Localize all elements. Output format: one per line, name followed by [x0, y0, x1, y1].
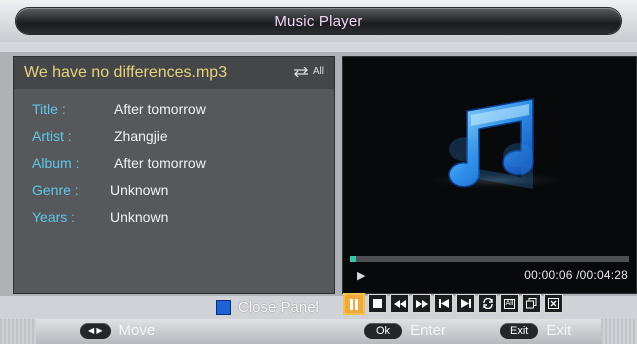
- move-hint: ◀ ▶ Move: [80, 322, 155, 339]
- repeat-mode-label: All: [312, 66, 324, 77]
- music-note-icon: [417, 98, 575, 190]
- footer-grip-left: [0, 319, 36, 344]
- track-info-panel: We have no differences.mp3 All Title : A…: [13, 56, 335, 294]
- file-name: We have no differences.mp3: [24, 64, 228, 81]
- meta-value: Unknown: [110, 209, 169, 225]
- stop-icon: [373, 299, 382, 308]
- fast-forward-icon: [415, 299, 428, 308]
- stop-button[interactable]: [368, 294, 387, 313]
- meta-value: After tomorrow: [114, 155, 206, 171]
- repeat-icon: [482, 298, 493, 309]
- repeat-button[interactable]: [478, 294, 497, 313]
- ok-key: Ok: [364, 322, 403, 339]
- pause-button[interactable]: [343, 293, 365, 315]
- blue-key-icon: [216, 300, 231, 315]
- next-button[interactable]: [456, 294, 475, 313]
- repeat-icon: [293, 66, 308, 77]
- title-pill: Music Player: [16, 8, 621, 34]
- repeat-all-button[interactable]: All: [500, 294, 519, 313]
- footer-grip-right: [601, 319, 637, 344]
- meta-key: Genre :: [32, 182, 79, 198]
- exit-label: Exit: [546, 322, 572, 339]
- time-display: 00:00:06 /00:04:28: [524, 268, 628, 282]
- next-icon: [460, 299, 471, 308]
- exit-hint: Exit Exit: [500, 322, 571, 339]
- window-title: Music Player: [274, 12, 363, 30]
- close-icon: [548, 298, 559, 309]
- file-row: We have no differences.mp3 All: [14, 57, 334, 89]
- meta-value: After tomorrow: [114, 101, 206, 117]
- meta-key: Title :: [32, 101, 66, 117]
- pause-icon: [350, 298, 358, 310]
- exit-key: Exit: [500, 322, 539, 339]
- play-state-icon: ▶: [357, 270, 366, 282]
- header-strip: [0, 42, 637, 52]
- meta-key: Years :: [32, 209, 76, 225]
- transport-controls: All: [343, 293, 563, 315]
- close-panel-label: Close Panel: [238, 299, 319, 316]
- close-button[interactable]: [544, 294, 563, 313]
- meta-value: Zhangjie: [114, 128, 168, 144]
- copy-button[interactable]: [522, 294, 541, 313]
- rewind-icon: [393, 299, 406, 308]
- enter-hint: Ok Enter: [364, 322, 446, 339]
- previous-button[interactable]: [434, 294, 453, 313]
- enter-label: Enter: [410, 322, 446, 339]
- copy-icon: [526, 298, 537, 309]
- playback-progress-bar[interactable]: [350, 256, 629, 262]
- repeat-mode-indicator: All: [291, 66, 324, 77]
- title-bar: Music Player: [0, 0, 637, 42]
- left-right-arrows-icon: ◀ ▶: [80, 322, 111, 339]
- progress-fill: [350, 256, 357, 262]
- previous-icon: [438, 299, 449, 308]
- move-label: Move: [118, 322, 156, 339]
- meta-key: Artist :: [32, 128, 72, 144]
- fast-forward-button[interactable]: [412, 294, 431, 313]
- repeat-all-icon: All: [503, 298, 516, 309]
- rewind-button[interactable]: [390, 294, 409, 313]
- meta-key: Album :: [32, 155, 80, 171]
- close-panel-button[interactable]: Close Panel: [216, 299, 319, 316]
- artwork-panel: ▶ 00:00:06 /00:04:28: [342, 56, 637, 294]
- meta-value: Unknown: [110, 182, 169, 198]
